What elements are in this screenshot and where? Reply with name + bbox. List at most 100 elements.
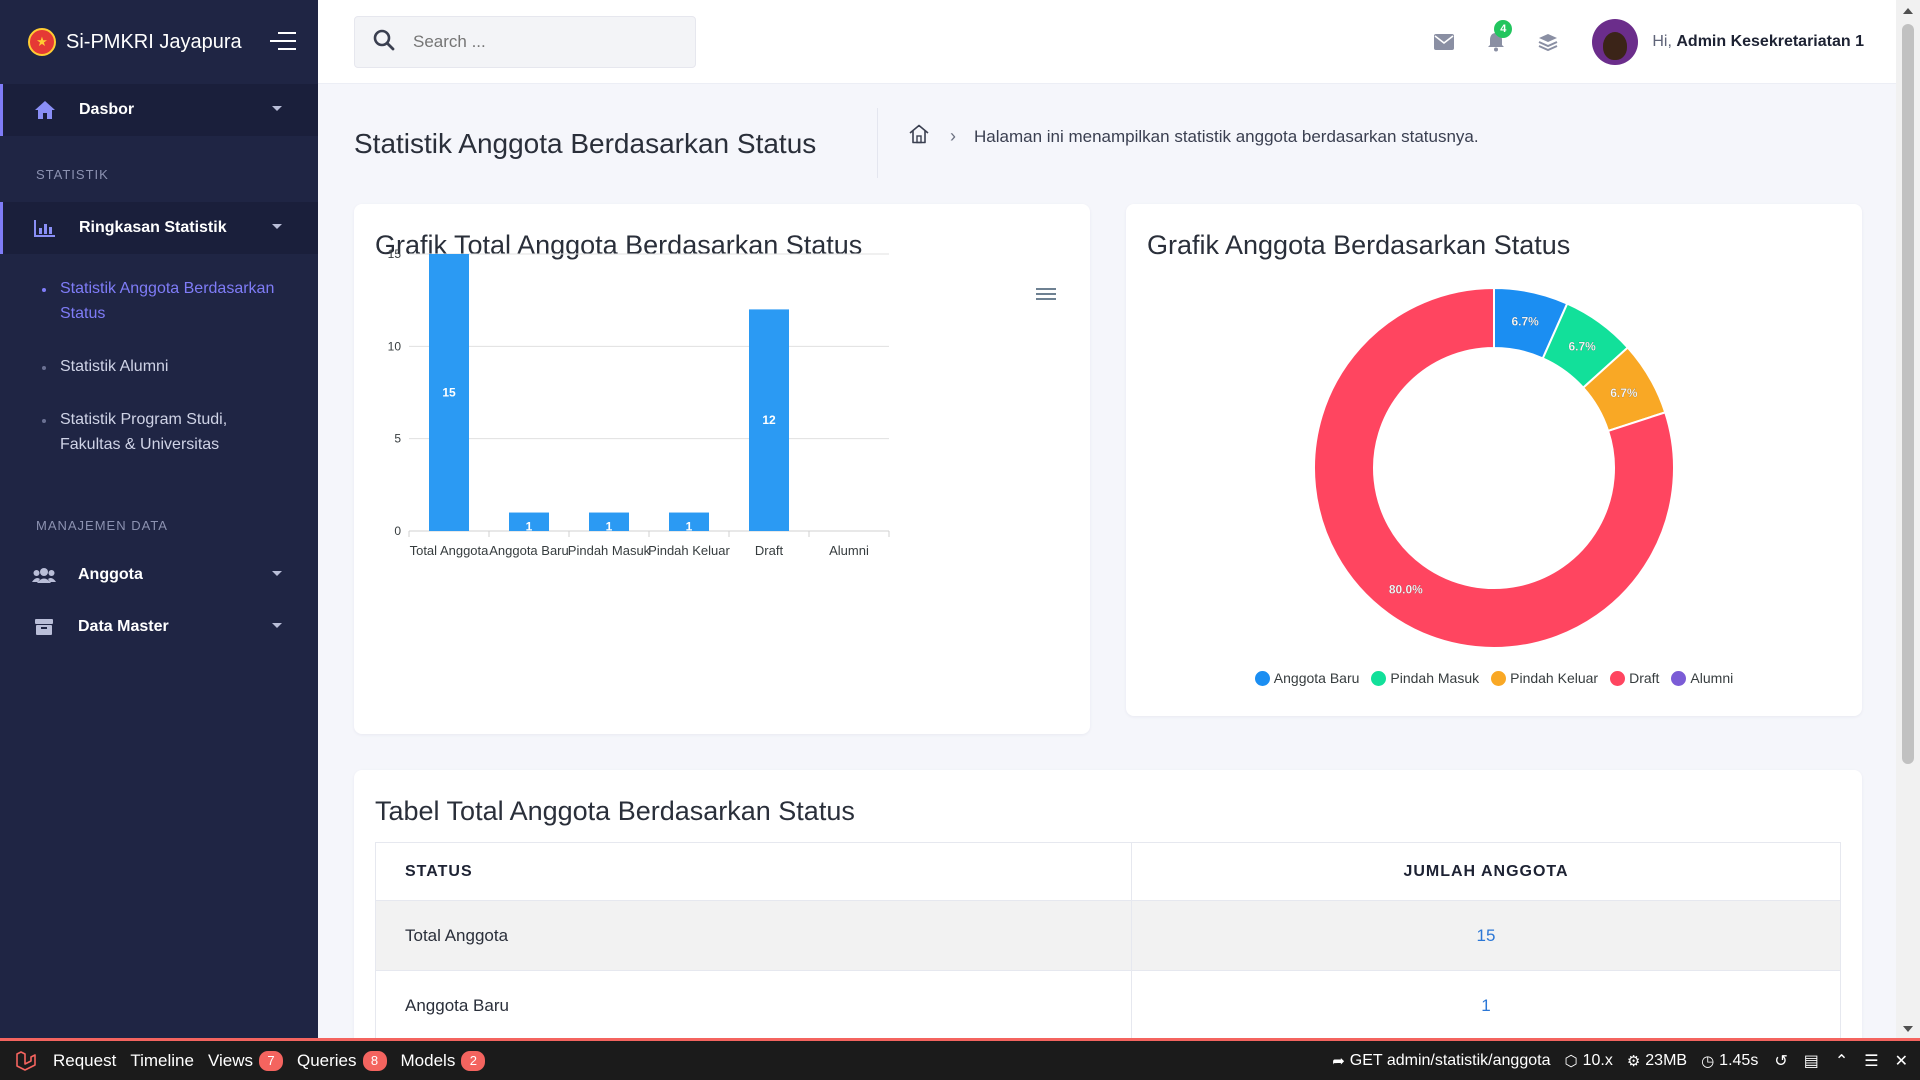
avatar[interactable]	[1592, 19, 1639, 65]
sidebar-subitem-statistik-anggota[interactable]: Statistik Anggota Berdasarkan Status	[0, 276, 318, 326]
chevron-down-icon	[272, 106, 282, 111]
debugbar-version[interactable]: ⬡ 10.x	[1564, 1052, 1612, 1070]
debugbar-tab-views[interactable]: Views 7	[201, 1041, 290, 1080]
legend-marker	[1254, 670, 1270, 686]
notification-bell-icon[interactable]: 4	[1470, 18, 1522, 66]
debugbar-time[interactable]: ◷ 1.45s	[1701, 1052, 1758, 1070]
page-scrollbar[interactable]	[1896, 0, 1920, 1040]
bar-chart-card: Grafik Total Anggota Berdasarkan Status …	[354, 204, 1090, 734]
sidebar-item-label: Dasbor	[79, 101, 135, 118]
topbar: 4 Hi, Admin Kesekretariatan 1	[318, 0, 1896, 84]
legend-marker	[1491, 670, 1507, 686]
brand-logo: ★	[28, 28, 56, 56]
table-cell-count[interactable]: 15	[1131, 900, 1841, 971]
scroll-up-icon[interactable]	[1903, 8, 1913, 14]
table-cell-status: Total Anggota	[375, 900, 1132, 971]
y-tick-label: 0	[394, 524, 401, 538]
debugbar-route[interactable]: ➦ GET admin/statistik/anggota	[1332, 1052, 1550, 1070]
debugbar-memory[interactable]: ⚙ 23MB	[1627, 1052, 1687, 1070]
close-icon[interactable]: ✕	[1895, 1051, 1908, 1071]
sidebar-subitem-statistik-alumni[interactable]: Statistik Alumni	[0, 354, 318, 379]
scroll-thumb[interactable]	[1902, 24, 1914, 764]
chevron-down-icon	[272, 571, 282, 576]
legend-item[interactable]: Alumni	[1671, 670, 1733, 686]
debugbar-tab-label: Timeline	[130, 1050, 194, 1070]
status-table: STATUS JUMLAH ANGGOTA Total Anggota 15 A…	[375, 842, 1841, 1041]
debugbar-badge: 2	[461, 1050, 486, 1071]
archive-icon	[32, 617, 56, 637]
legend-item[interactable]: Draft	[1610, 670, 1659, 686]
sidebar-subitem-statistik-prodi[interactable]: Statistik Program Studi, Fakultas & Univ…	[0, 407, 318, 457]
donut-percent-label: 6.7%	[1568, 340, 1596, 354]
history-icon[interactable]: ↺	[1774, 1051, 1787, 1071]
chevron-down-icon	[272, 623, 282, 628]
donut-chart-card: Grafik Anggota Berdasarkan Status 6.7% 6.…	[1126, 204, 1862, 716]
chevron-up-icon[interactable]: ⌃	[1835, 1051, 1848, 1071]
table-row: Total Anggota 15	[375, 900, 1841, 971]
bar-value-label: 1	[686, 520, 693, 534]
legend-marker	[1610, 670, 1626, 686]
search-box[interactable]	[354, 16, 696, 68]
users-icon	[32, 565, 56, 585]
clock-icon: ◷	[1701, 1052, 1715, 1070]
x-tick-label: Pindah Masuk	[568, 543, 651, 558]
section-title-manajemen: MANAJEMEN DATA	[36, 517, 168, 533]
sidebar-item-dasbor[interactable]: Dasbor	[0, 84, 318, 136]
header-divider	[877, 108, 878, 178]
chevron-right-icon: ›	[950, 126, 956, 146]
legend-item[interactable]: Pindah Keluar	[1491, 670, 1598, 686]
debugbar-tab-label: Queries	[296, 1050, 357, 1070]
debugbar-tab-timeline[interactable]: Timeline	[123, 1041, 201, 1080]
debugbar-info: ➦ GET admin/statistik/anggota ⬡ 10.x ⚙ 23MB…	[1318, 1051, 1908, 1071]
donut-percent-label: 6.7%	[1512, 314, 1540, 328]
debugbar-time-text: 1.45s	[1719, 1051, 1759, 1069]
bar-value-label: 12	[762, 413, 776, 427]
table-cell-count[interactable]: 1	[1131, 970, 1841, 1041]
sidebar-item-label: Data Master	[78, 618, 169, 635]
settings-sliders-icon[interactable]: ☰	[1864, 1051, 1878, 1071]
debugbar-badge: 8	[362, 1050, 387, 1071]
home-icon[interactable]	[908, 124, 930, 149]
bar-value-label: 1	[526, 520, 533, 534]
legend-marker	[1671, 670, 1687, 686]
sidebar-item-data-master[interactable]: Data Master	[0, 601, 318, 653]
avatar-face	[1603, 32, 1628, 60]
debugbar-version-text: 10.x	[1582, 1051, 1613, 1069]
debugbar-tab-label: Request	[53, 1050, 117, 1070]
table-row: Anggota Baru 1	[375, 970, 1841, 1041]
laravel-icon: ⬡	[1564, 1052, 1578, 1070]
folder-open-icon[interactable]: ▤	[1804, 1051, 1819, 1071]
table-title: Tabel Total Anggota Berdasarkan Status	[375, 796, 855, 826]
layers-icon[interactable]	[1522, 18, 1574, 66]
laravel-logo-icon[interactable]	[6, 1050, 46, 1072]
debugbar-badge: 7	[258, 1050, 283, 1071]
debugbar-tab-request[interactable]: Request	[46, 1041, 123, 1080]
legend-item[interactable]: Anggota Baru	[1254, 670, 1359, 686]
search-input[interactable]	[413, 32, 673, 52]
debugbar-tab-queries[interactable]: Queries 8	[290, 1041, 394, 1080]
mail-icon[interactable]	[1418, 18, 1470, 66]
sidebar: ★ Si-PMKRI Jayapura Dasbor STATISTIK Rin…	[0, 0, 318, 1040]
user-greeting[interactable]: Hi, Admin Kesekretariatan 1	[1652, 33, 1864, 51]
notification-badge: 4	[1494, 20, 1513, 38]
legend-label: Pindah Masuk	[1390, 670, 1480, 686]
page-title: Statistik Anggota Berdasarkan Status	[354, 128, 817, 159]
breadcrumb-text: Halaman ini menampilkan statistik anggot…	[974, 126, 1479, 146]
sidebar-item-ringkasan-statistik[interactable]: Ringkasan Statistik	[0, 202, 318, 254]
table-header-status: STATUS	[375, 842, 1132, 901]
debugbar: Request Timeline Views 7 Queries 8 Models 2…	[0, 1038, 1920, 1080]
donut-percent-label: 80.0%	[1389, 582, 1423, 596]
sidebar-item-anggota[interactable]: Anggota	[0, 549, 318, 601]
legend-item[interactable]: Pindah Masuk	[1371, 670, 1479, 686]
sidebar-item-label: Ringkasan Statistik	[79, 219, 227, 236]
home-icon	[33, 100, 57, 120]
bar-chart: 0 5 10 15 15 Total Anggota 1 Anggota Baru 1 Pinda…	[388, 247, 890, 558]
legend-label: Pindah Keluar	[1510, 670, 1599, 686]
sidebar-item-label: Anggota	[78, 566, 143, 583]
scroll-down-icon[interactable]	[1903, 1026, 1913, 1032]
x-tick-label: Anggota Baru	[489, 543, 569, 558]
menu-toggle-icon[interactable]	[270, 32, 296, 50]
debugbar-tab-models[interactable]: Models 2	[394, 1041, 493, 1080]
legend-marker	[1371, 670, 1387, 686]
donut-percent-label: 6.7%	[1610, 386, 1638, 400]
